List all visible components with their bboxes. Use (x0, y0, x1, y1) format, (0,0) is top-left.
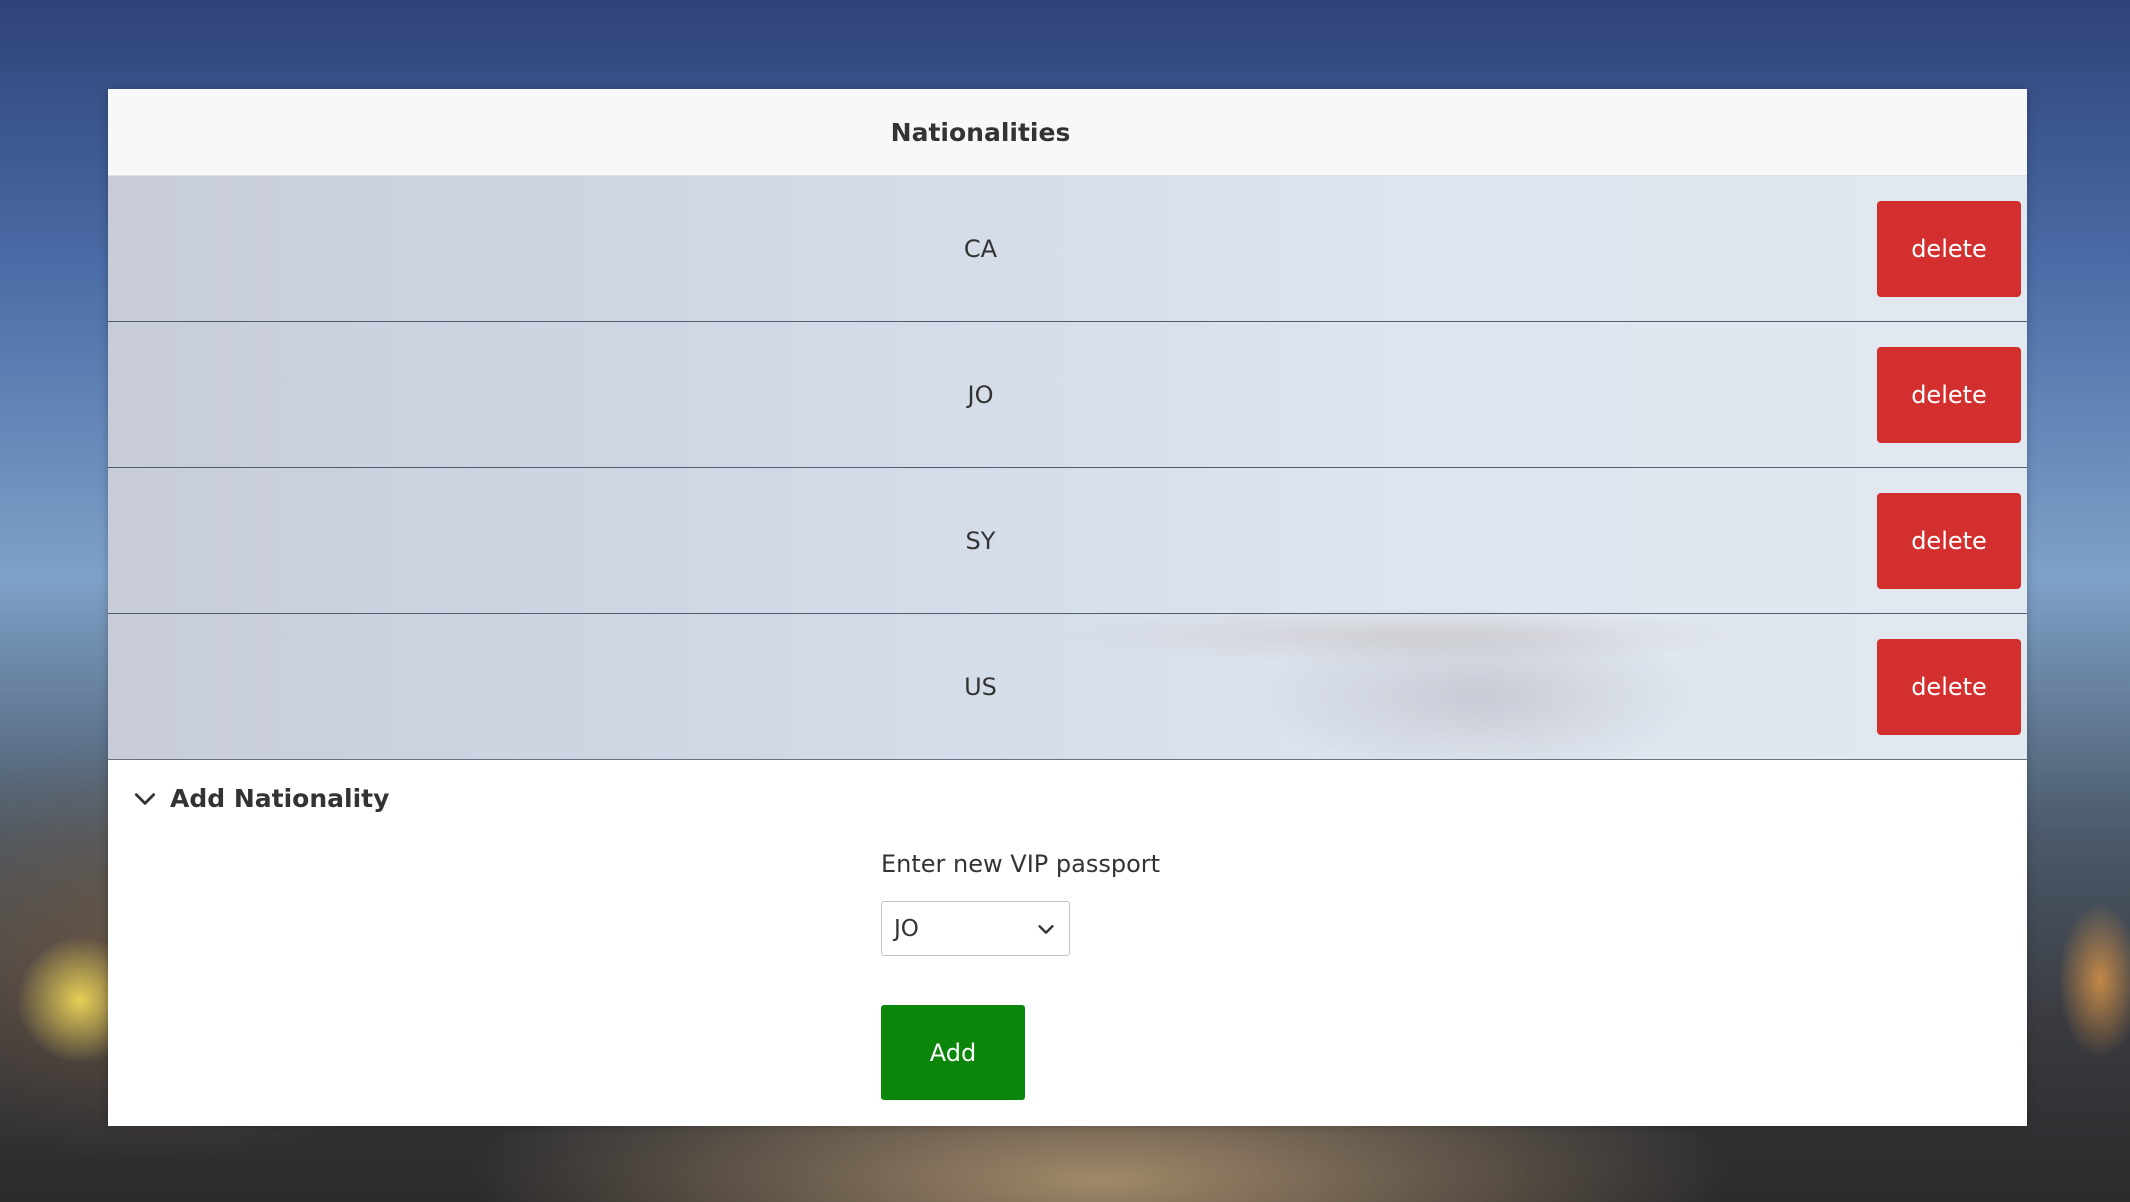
nationality-list: CA delete JO delete SY delete US delete (108, 176, 2027, 760)
table-row: JO delete (108, 322, 2027, 468)
nationality-code: US (964, 672, 997, 701)
passport-select-value: JO (894, 915, 919, 942)
delete-button[interactable]: delete (1877, 639, 2021, 735)
nationalities-panel: Nationalities CA delete JO delete SY del… (108, 89, 2027, 1126)
add-nationality-toggle[interactable]: Add Nationality (132, 784, 389, 813)
add-nationality-title: Add Nationality (170, 784, 390, 813)
page-title: Nationalities (890, 117, 1071, 147)
passport-field-label: Enter new VIP passport (881, 850, 1161, 878)
nationality-code: SY (965, 526, 996, 555)
passport-select[interactable]: JO (881, 901, 1070, 956)
delete-button[interactable]: delete (1877, 201, 2021, 297)
add-nationality-section: Add Nationality Enter new VIP passport J… (108, 760, 2027, 1126)
nationality-code: JO (967, 380, 994, 409)
delete-button[interactable]: delete (1877, 347, 2021, 443)
table-row: US delete (108, 614, 2027, 760)
chevron-down-icon (1038, 924, 1054, 934)
table-header: Nationalities (108, 89, 2027, 176)
table-row: SY delete (108, 468, 2027, 614)
nationality-code: CA (963, 234, 998, 263)
chevron-down-icon (134, 792, 156, 805)
table-row: CA delete (108, 176, 2027, 322)
delete-button[interactable]: delete (1877, 493, 2021, 589)
add-button[interactable]: Add (881, 1005, 1025, 1100)
